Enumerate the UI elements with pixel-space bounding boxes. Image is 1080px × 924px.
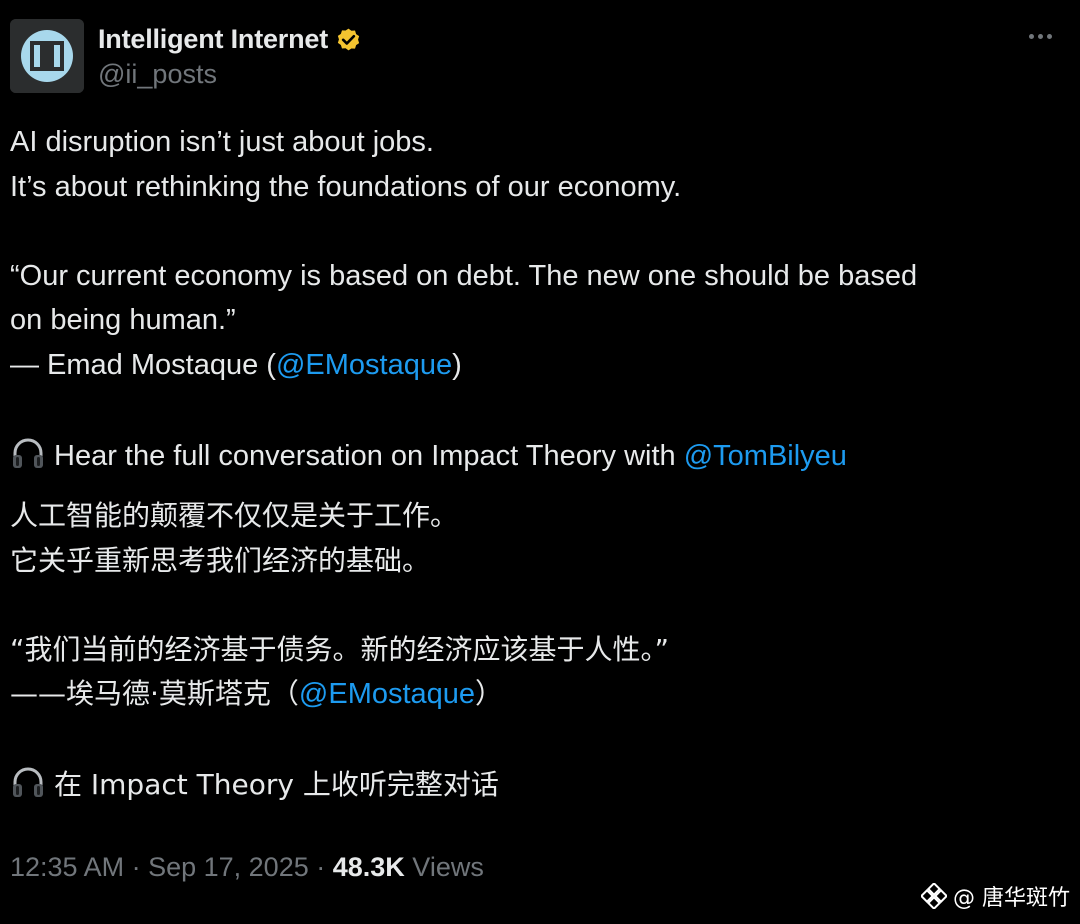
mention-link[interactable]: @EMostaque: [276, 349, 452, 381]
listen-text: Hear the full conversation on Impact The…: [54, 439, 684, 472]
author-handle[interactable]: @ii_posts: [98, 59, 217, 90]
more-dot-icon: [1037, 33, 1043, 39]
tweet-line: It’s about rethinking the foundations of…: [10, 170, 682, 203]
more-dot-icon: [1046, 33, 1052, 39]
attribution-prefix: ——埃马德·莫斯塔克（: [10, 677, 299, 710]
avatar[interactable]: [10, 19, 84, 93]
attribution-prefix: — Emad Mostaque (: [10, 348, 276, 381]
mention-link[interactable]: @TomBilyeu: [684, 440, 847, 472]
views-count[interactable]: 48.3K: [333, 852, 405, 882]
meta-separator: ·: [308, 852, 333, 882]
attribution-suffix: ）: [475, 677, 504, 710]
attribution-suffix: ): [452, 348, 462, 381]
tweet-listen-line: Hear the full conversation on Impact The…: [10, 434, 1070, 479]
tweet-attribution: — Emad Mostaque (@EMostaque): [10, 343, 1070, 388]
tweet-attribution: ——埃马德·莫斯塔克（@EMostaque）: [10, 672, 1070, 717]
tweet-line: AI disruption isn’t just about jobs.: [10, 126, 434, 158]
tweet-date[interactable]: Sep 17, 2025: [148, 852, 309, 882]
binance-logo-icon: [919, 881, 949, 911]
tweet-header: Intelligent Internet @ii_posts: [10, 19, 1070, 95]
tweet-line: “Our current economy is based on debt. T…: [10, 259, 918, 292]
tweet-text: AI disruption isn’t just about jobs. It’…: [10, 120, 1070, 808]
views-label: Views: [404, 852, 484, 882]
tweet-line: on being human.”: [10, 304, 236, 336]
more-dot-icon: [1028, 33, 1034, 39]
watermark: @ 唐华斑竹: [919, 880, 1070, 912]
tweet-line: “我们当前的经济基于债务。新的经济应该基于人性。”: [10, 632, 670, 666]
tweet-meta: 12:35 AM · Sep 17, 2025 · 48.3K Views: [10, 852, 484, 883]
intelligent-internet-logo-icon: [10, 19, 84, 93]
tweet-listen-line: 在 Impact Theory 上收听完整对话: [10, 763, 1070, 808]
tweet-time[interactable]: 12:35 AM: [10, 852, 124, 882]
tweet-line: 人工智能的颠覆不仅仅是关于工作。: [10, 499, 459, 532]
headphones-icon: [10, 435, 46, 471]
more-options-button[interactable]: [1020, 21, 1060, 51]
verified-badge-icon[interactable]: [334, 25, 363, 54]
watermark-text: @ 唐华斑竹: [953, 886, 1070, 911]
author-name-row: Intelligent Internet: [98, 21, 363, 57]
tweet-line: 它关乎重新思考我们经济的基础。: [10, 543, 431, 577]
listen-text: 在 Impact Theory 上收听完整对话: [54, 768, 499, 801]
mention-link[interactable]: @EMostaque: [299, 678, 475, 710]
headphones-icon: [10, 764, 46, 800]
author-display-name[interactable]: Intelligent Internet: [98, 24, 328, 55]
meta-separator: ·: [124, 852, 149, 882]
